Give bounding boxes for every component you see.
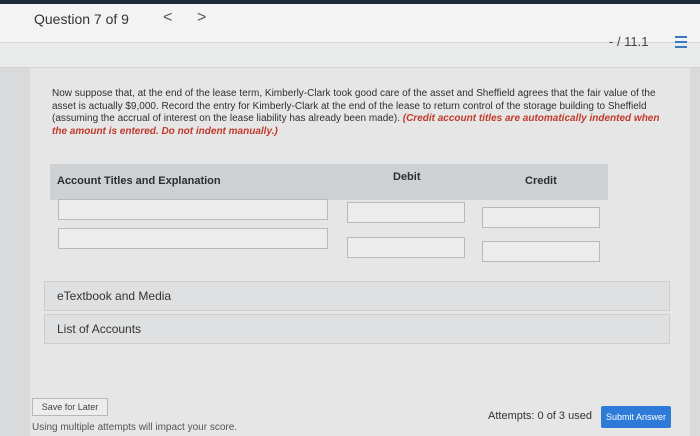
submit-answer-button[interactable]: Submit Answer bbox=[601, 406, 671, 428]
account-input-row-2[interactable] bbox=[58, 228, 328, 249]
save-for-later-button[interactable]: Save for Later bbox=[32, 398, 108, 416]
question-content: Now suppose that, at the end of the leas… bbox=[30, 68, 690, 436]
previous-question-icon[interactable]: < bbox=[163, 9, 172, 27]
credit-input-row-1[interactable] bbox=[482, 207, 600, 228]
score-value: - / 11.1 bbox=[609, 34, 649, 49]
score-bar: - / 11.1 bbox=[0, 34, 700, 68]
account-titles-header: Account Titles and Explanation bbox=[57, 175, 221, 187]
etextbook-media-link[interactable]: eTextbook and Media bbox=[44, 281, 670, 311]
credit-header: Credit bbox=[525, 175, 557, 187]
debit-input-row-2[interactable] bbox=[347, 237, 465, 258]
credit-input-row-2[interactable] bbox=[482, 241, 600, 262]
debit-header: Debit bbox=[393, 171, 421, 183]
next-question-icon[interactable]: > bbox=[197, 9, 206, 27]
list-menu-icon[interactable] bbox=[675, 35, 687, 49]
debit-input-row-1[interactable] bbox=[347, 202, 465, 223]
question-counter: Question 7 of 9 bbox=[34, 11, 129, 27]
question-text-block: Now suppose that, at the end of the leas… bbox=[52, 88, 672, 138]
journal-table-header: Account Titles and Explanation Debit Cre… bbox=[50, 164, 608, 200]
attempts-hint: Using multiple attempts will impact your… bbox=[32, 422, 238, 433]
question-header: Question 7 of 9 < > bbox=[0, 4, 700, 43]
attempts-counter: Attempts: 0 of 3 used bbox=[488, 410, 592, 422]
list-of-accounts-link[interactable]: List of Accounts bbox=[44, 314, 670, 344]
account-input-row-1[interactable] bbox=[58, 199, 328, 220]
